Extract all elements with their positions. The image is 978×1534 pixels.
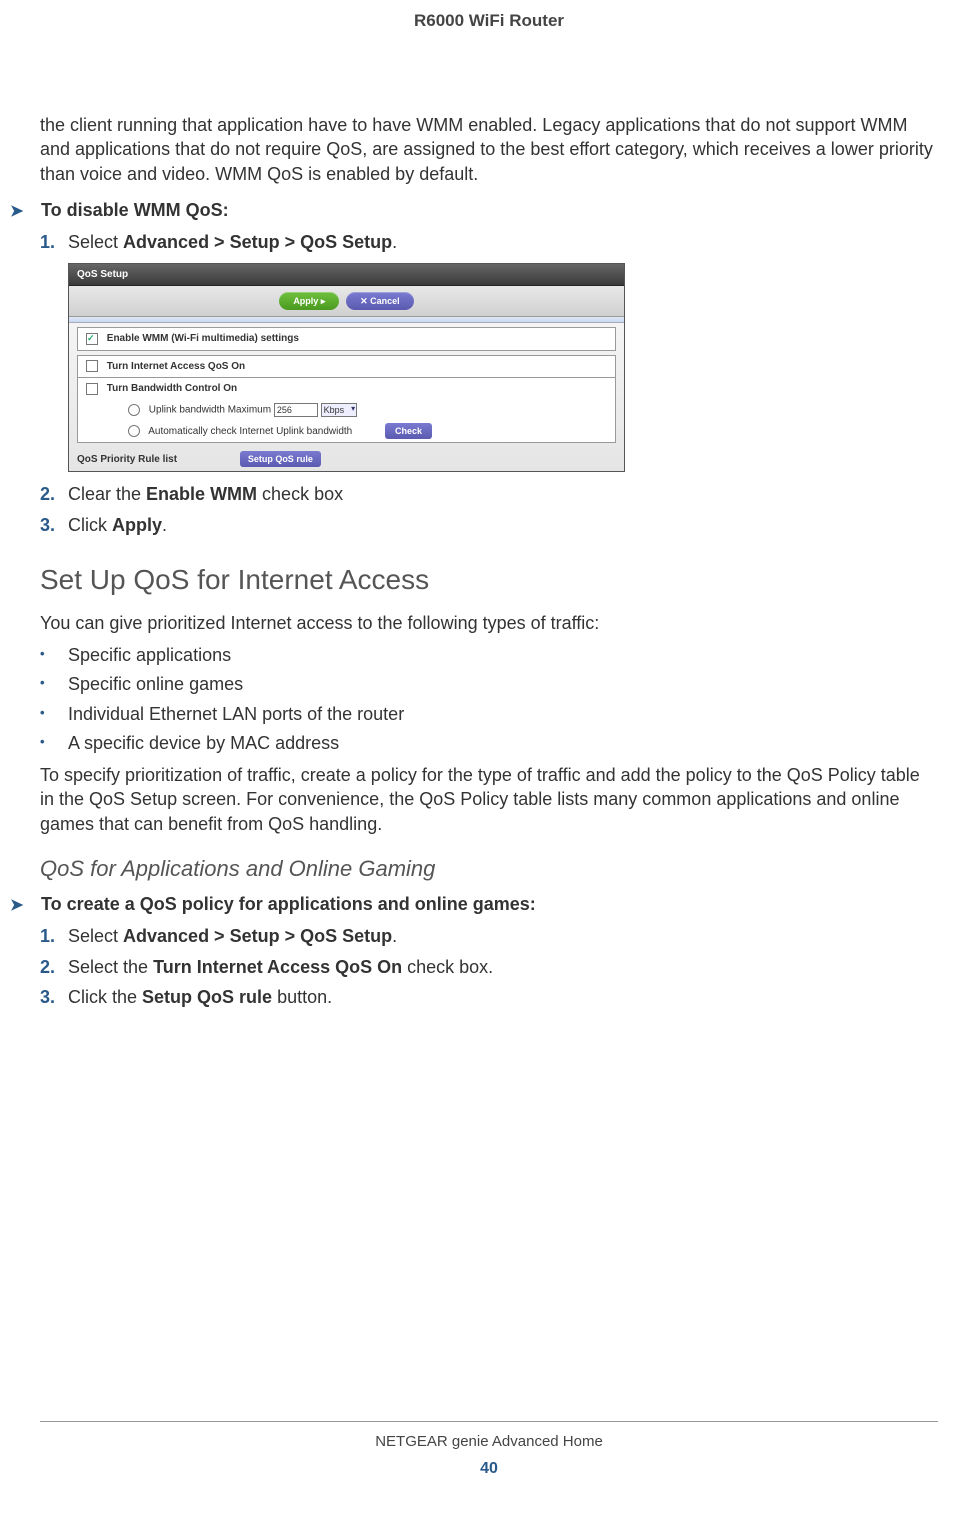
- step-text: Select: [68, 232, 123, 252]
- step-number: 1.: [40, 924, 55, 948]
- step-text: Click the: [68, 987, 142, 1007]
- list-item: • Individual Ethernet LAN ports of the ro…: [40, 702, 938, 726]
- step-text: Select: [68, 926, 123, 946]
- proc2-heading-text: To create a QoS policy for applications …: [41, 894, 536, 914]
- step-tail: .: [392, 926, 397, 946]
- step-tail: button.: [272, 987, 332, 1007]
- step-bold: Enable WMM: [146, 484, 257, 504]
- auto-check-radio[interactable]: [128, 425, 140, 437]
- bullet-text: A specific device by MAC address: [68, 733, 339, 753]
- auto-check-label: Automatically check Internet Uplink band…: [148, 426, 352, 437]
- turn-internet-row: Turn Internet Access QoS On: [78, 356, 615, 379]
- bullet-list: • Specific applications • Specific online …: [40, 643, 938, 755]
- qos-setup-screenshot: QoS Setup Apply ▸ ✕ Cancel Enable WMM (W…: [68, 263, 625, 473]
- proc1-step-1: 1. Select Advanced > Setup > QoS Setup.: [40, 230, 938, 254]
- setup-qos-rule-button[interactable]: Setup QoS rule: [240, 451, 321, 467]
- check-button[interactable]: Check: [385, 423, 432, 439]
- step-number: 2.: [40, 955, 55, 979]
- uplink-input[interactable]: 256: [274, 403, 318, 417]
- step-bold: Advanced > Setup > QoS Setup: [123, 232, 392, 252]
- turn-bw-label: Turn Bandwidth Control On: [107, 383, 237, 394]
- proc1-heading-text: To disable WMM QoS:: [41, 200, 229, 220]
- list-item: • Specific applications: [40, 643, 938, 667]
- step-number: 1.: [40, 230, 55, 254]
- proc2-step-2: 2. Select the Turn Internet Access QoS O…: [40, 955, 938, 979]
- chevron-right-icon: ➤: [10, 201, 36, 223]
- step-bold: Advanced > Setup > QoS Setup: [123, 926, 392, 946]
- turn-bw-checkbox[interactable]: [86, 383, 98, 395]
- list-item: • Specific online games: [40, 672, 938, 696]
- step-tail: check box: [257, 484, 343, 504]
- bullet-text: Specific online games: [68, 674, 243, 694]
- proc2-step-1: 1. Select Advanced > Setup > QoS Setup.: [40, 924, 938, 948]
- bullet-icon: •: [40, 645, 45, 663]
- screenshot-titlebar: QoS Setup: [69, 264, 624, 287]
- turn-bw-row: Turn Bandwidth Control On: [78, 378, 615, 400]
- page-number: 40: [0, 1458, 978, 1480]
- list-item: • A specific device by MAC address: [40, 731, 938, 755]
- step-tail: check box.: [402, 957, 493, 977]
- step-bold: Setup QoS rule: [142, 987, 272, 1007]
- footer-text: NETGEAR genie Advanced Home: [0, 1432, 978, 1452]
- auto-check-row: Automatically check Internet Uplink band…: [78, 420, 615, 442]
- turn-internet-label: Turn Internet Access QoS On: [107, 361, 245, 372]
- step-tail: .: [162, 515, 167, 535]
- step-text: Select the: [68, 957, 153, 977]
- proc1-step-3: 3. Click Apply.: [40, 513, 938, 537]
- apply-button[interactable]: Apply ▸: [279, 292, 339, 310]
- procedure-2-heading: ➤ To create a QoS policy for application…: [10, 892, 938, 917]
- document-header: R6000 WiFi Router: [40, 10, 938, 33]
- section-3-heading: QoS for Applications and Online Gaming: [40, 854, 938, 884]
- bullet-icon: •: [40, 674, 45, 692]
- section-2-intro: You can give prioritized Internet access…: [40, 611, 938, 635]
- step-tail: .: [392, 232, 397, 252]
- proc1-step-2: 2. Clear the Enable WMM check box: [40, 482, 938, 506]
- step-number: 3.: [40, 985, 55, 1009]
- uplink-label: Uplink bandwidth Maximum: [149, 405, 271, 416]
- intro-paragraph: the client running that application have…: [40, 113, 938, 186]
- bullet-text: Specific applications: [68, 645, 231, 665]
- step-number: 3.: [40, 513, 55, 537]
- uplink-unit-select[interactable]: Kbps: [321, 403, 358, 417]
- screenshot-button-bar: Apply ▸ ✕ Cancel: [69, 286, 624, 317]
- step-bold: Apply: [112, 515, 162, 535]
- enable-wmm-label: Enable WMM (Wi-Fi multimedia) settings: [107, 333, 299, 344]
- page-footer: NETGEAR genie Advanced Home 40: [0, 1421, 978, 1480]
- section-2-paragraph: To specify prioritization of traffic, cr…: [40, 763, 938, 836]
- step-text: Clear the: [68, 484, 146, 504]
- procedure-1-heading: ➤ To disable WMM QoS:: [10, 198, 938, 223]
- step-text: Click: [68, 515, 112, 535]
- enable-wmm-checkbox[interactable]: [86, 333, 98, 345]
- turn-internet-checkbox[interactable]: [86, 360, 98, 372]
- rule-list-row: QoS Priority Rule list Setup QoS rule: [69, 447, 624, 471]
- cancel-button[interactable]: ✕ Cancel: [346, 292, 414, 310]
- bullet-icon: •: [40, 733, 45, 751]
- proc2-step-3: 3. Click the Setup QoS rule button.: [40, 985, 938, 1009]
- rule-list-label: QoS Priority Rule list: [77, 454, 177, 465]
- uplink-radio[interactable]: [128, 404, 140, 416]
- section-2-heading: Set Up QoS for Internet Access: [40, 561, 938, 599]
- step-bold: Turn Internet Access QoS On: [153, 957, 402, 977]
- step-number: 2.: [40, 482, 55, 506]
- bullet-icon: •: [40, 704, 45, 722]
- chevron-right-icon: ➤: [10, 895, 36, 917]
- bullet-text: Individual Ethernet LAN ports of the rou…: [68, 704, 404, 724]
- uplink-row: Uplink bandwidth Maximum 256 Kbps: [78, 400, 615, 420]
- enable-wmm-row: Enable WMM (Wi-Fi multimedia) settings: [78, 328, 615, 350]
